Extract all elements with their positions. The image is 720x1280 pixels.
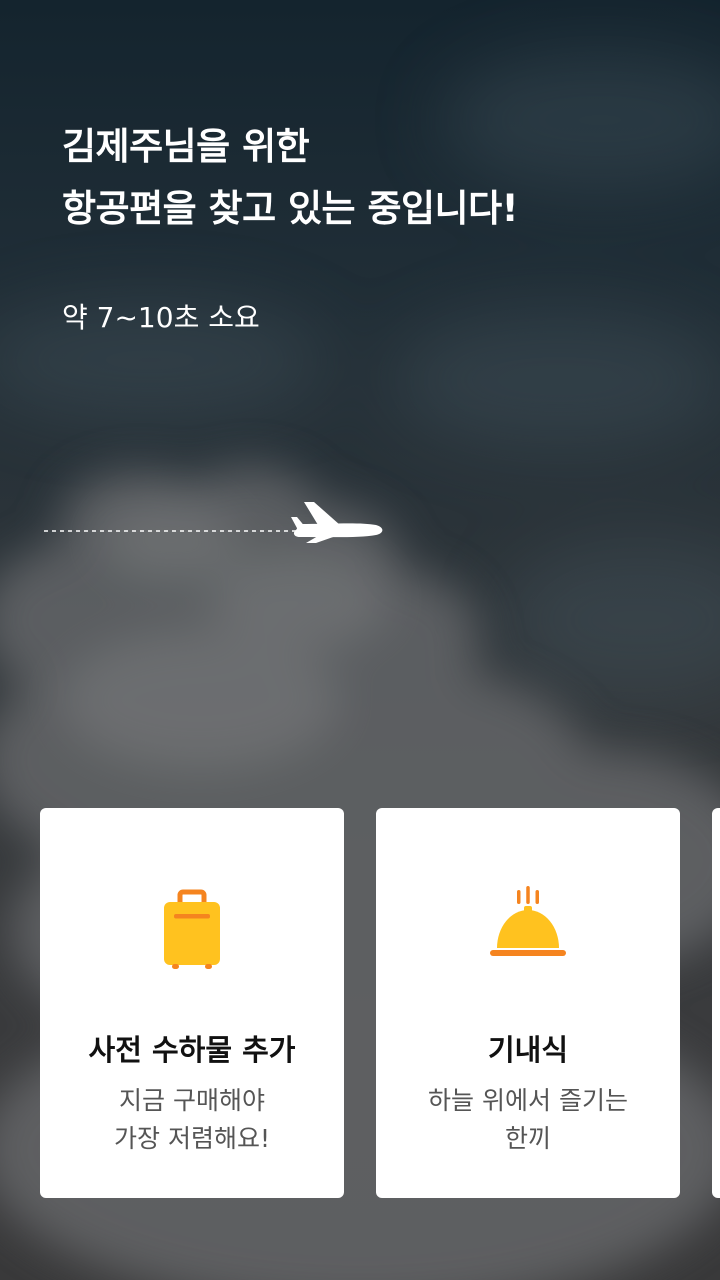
flight-progress-animation bbox=[44, 502, 383, 543]
prepaid-baggage-card[interactable]: 사전 수하물 추가 지금 구매해야 가장 저렴해요! bbox=[40, 808, 344, 1198]
heading-line-2: 항공편을 찾고 있는 중입니다! bbox=[62, 187, 519, 230]
card-description-line: 하늘 위에서 즐기는 bbox=[428, 1086, 628, 1115]
card-description-line: 가장 저렴해요! bbox=[114, 1124, 270, 1153]
heading-line-1: 김제주님을 위한 bbox=[62, 125, 310, 168]
card-description-line: 한끼 bbox=[504, 1124, 551, 1153]
card-description: 지금 구매해야 가장 저렴해요! bbox=[40, 1082, 344, 1158]
estimated-time-text: 약 7~10초 소요 bbox=[62, 301, 260, 334]
card-description-line: 지금 구매해야 bbox=[119, 1086, 265, 1115]
airplane-icon bbox=[291, 502, 383, 543]
inflight-meal-card[interactable]: 기내식 하늘 위에서 즐기는 한끼 bbox=[376, 808, 680, 1198]
search-status-heading: 김제주님을 위한 항공편을 찾고 있는 중입니다! bbox=[62, 116, 519, 240]
meal-cloche-icon bbox=[490, 886, 566, 956]
suitcase-icon bbox=[164, 889, 220, 969]
card-title: 사전 수하물 추가 bbox=[88, 1033, 296, 1067]
next-card-peek[interactable] bbox=[712, 808, 720, 1198]
card-title: 기내식 bbox=[487, 1033, 569, 1067]
card-description: 하늘 위에서 즐기는 한끼 bbox=[376, 1082, 680, 1158]
